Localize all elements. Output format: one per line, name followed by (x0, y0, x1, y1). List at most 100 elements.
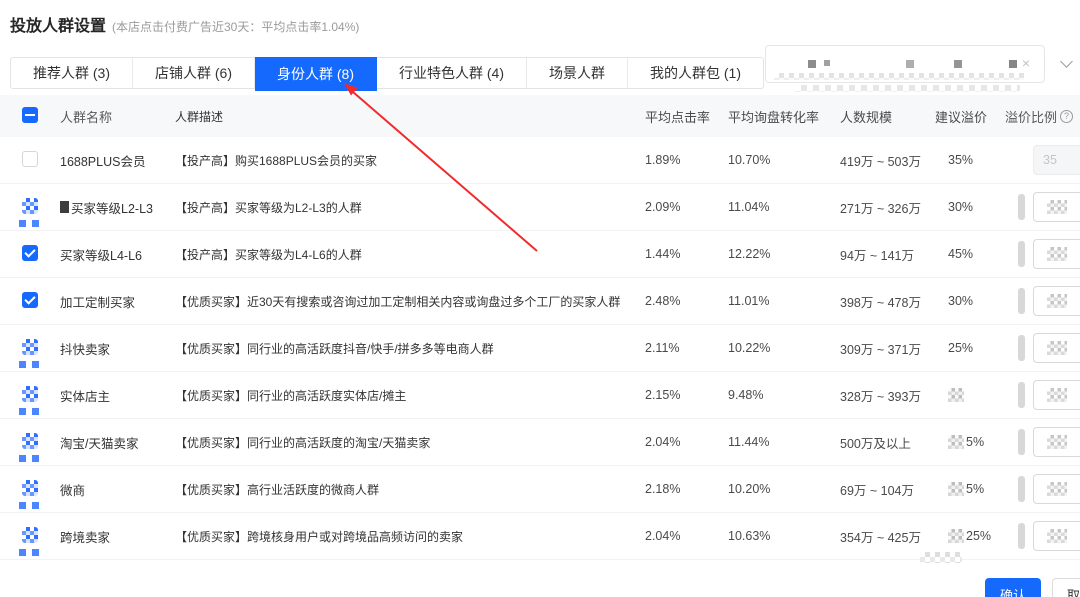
mosaic-block (1047, 529, 1067, 543)
suggested-premium-text: 5% (966, 435, 984, 449)
audience-name: 抖快卖家 (60, 339, 175, 358)
mosaic-block (1047, 341, 1067, 355)
audience-name: 加工定制买家 (60, 292, 175, 311)
avg-inquiry-conversion-value: 10.70% (728, 153, 840, 167)
suggested-premium-value: 25% (935, 341, 1005, 355)
tab-scene-audience[interactable]: 场景人群 (527, 58, 628, 88)
mosaic-block (808, 60, 816, 68)
mosaic-block (1009, 60, 1017, 68)
audience-scale-value: 309万 ~ 371万 (840, 339, 935, 358)
cancel-button[interactable]: 取消 (1052, 578, 1080, 597)
suggested-premium-value: 5% (935, 482, 1005, 496)
select-all-checkbox[interactable] (22, 107, 38, 123)
row-checkbox[interactable] (22, 386, 38, 402)
row-checkbox[interactable] (22, 292, 38, 308)
mosaic-strip (795, 85, 1020, 92)
tab-industry-audience[interactable]: 行业特色人群 (4) (377, 58, 527, 88)
avg-ctr-value: 2.48% (645, 294, 728, 308)
tab-recommend-audience[interactable]: 推荐人群 (3) (11, 58, 133, 88)
avg-ctr-value: 1.89% (645, 153, 728, 167)
audience-description: 【优质买家】近30天有搜索或咨询过加工定制相关内容或询盘过多个工厂的买家人群 (175, 293, 645, 310)
table-row: 1688PLUS会员 【投产高】购买1688PLUS会员的买家 1.89% 10… (0, 137, 1080, 184)
premium-ratio-input[interactable]: 35 % (1033, 145, 1080, 175)
mosaic-block (1047, 247, 1067, 261)
audience-scale-value: 271万 ~ 326万 (840, 198, 935, 217)
audience-description: 【投产高】买家等级为L2-L3的人群 (175, 199, 645, 216)
audience-name: 买家等级L4-L6 (60, 245, 175, 264)
premium-ratio-input[interactable]: % (1033, 474, 1080, 504)
row-checkbox[interactable] (22, 245, 38, 261)
suggested-premium-value (935, 388, 1005, 402)
page-subtitle: (本店点击付费广告近30天：平均点击率1.04%) (112, 18, 359, 35)
chevron-down-icon[interactable] (1060, 55, 1073, 68)
table-row: 加工定制买家 【优质买家】近30天有搜索或咨询过加工定制相关内容或询盘过多个工厂… (0, 278, 1080, 325)
mosaic-block (948, 482, 964, 496)
premium-ratio-input[interactable]: % (1033, 380, 1080, 410)
audience-filter-redacted[interactable]: × (765, 45, 1045, 83)
audience-scale-value: 354万 ~ 425万 (840, 527, 935, 546)
premium-ratio-input[interactable]: % (1033, 427, 1080, 457)
audience-description: 【优质买家】高行业活跃度的微商人群 (175, 481, 645, 498)
audience-name: 买家等级L2-L3 (60, 198, 175, 217)
audience-name-text: 1688PLUS会员 (60, 151, 145, 170)
audience-name-text: 抖快卖家 (60, 339, 110, 358)
avg-inquiry-conversion-value: 12.22% (728, 247, 840, 261)
info-icon[interactable]: ? (1060, 110, 1073, 123)
audience-scale-value: 69万 ~ 104万 (840, 480, 935, 499)
table-row: 买家等级L2-L3 【投产高】买家等级为L2-L3的人群 2.09% 11.04… (0, 184, 1080, 231)
audience-name-text: 加工定制买家 (60, 292, 135, 311)
tab-my-audience-package[interactable]: 我的人群包 (1) (628, 58, 763, 88)
premium-ratio-input[interactable]: % (1033, 521, 1080, 551)
avg-inquiry-conversion-value: 10.22% (728, 341, 840, 355)
premium-ratio-input[interactable]: % (1033, 286, 1080, 316)
row-checkbox[interactable] (22, 480, 38, 496)
table-row: 跨境卖家 【优质买家】跨境核身用户或对跨境品高频访问的卖家 2.04% 10.6… (0, 513, 1080, 560)
audience-description: 【优质买家】跨境核身用户或对跨境品高频访问的卖家 (175, 528, 645, 545)
mosaic-block (824, 60, 830, 66)
suggested-premium-text: 25% (948, 341, 973, 355)
avg-inquiry-conversion-value: 11.04% (728, 200, 840, 214)
suggested-premium-value: 35% (935, 153, 1005, 167)
suggested-premium-text: 5% (966, 482, 984, 496)
row-checkbox[interactable] (22, 151, 38, 167)
avg-ctr-value: 1.44% (645, 247, 728, 261)
row-checkbox[interactable] (22, 339, 38, 355)
table-body: 1688PLUS会员 【投产高】购买1688PLUS会员的买家 1.89% 10… (0, 137, 1080, 560)
avg-inquiry-conversion-value: 9.48% (728, 388, 840, 402)
audience-description: 【优质买家】同行业的高活跃度实体店/摊主 (175, 387, 645, 404)
confirm-button[interactable]: 确认 (985, 578, 1041, 597)
row-checkbox[interactable] (22, 198, 38, 214)
audience-name: 微商 (60, 480, 175, 499)
avg-inquiry-conversion-value: 11.01% (728, 294, 840, 308)
audience-description: 【投产高】购买1688PLUS会员的买家 (175, 152, 645, 169)
tab-identity-audience[interactable]: 身份人群 (8) (255, 57, 377, 91)
suggested-premium-text: 45% (948, 247, 973, 261)
premium-ratio-input[interactable]: % (1033, 192, 1080, 222)
avg-inquiry-conversion-value: 10.20% (728, 482, 840, 496)
column-header-scale: 人数规模 (840, 107, 935, 126)
audience-name-text: 买家等级L2-L3 (71, 198, 153, 217)
toolbar: 推荐人群 (3) 店铺人群 (6) 身份人群 (8) 行业特色人群 (4) 场景… (10, 57, 1080, 95)
clear-icon[interactable]: × (1022, 55, 1030, 71)
table-row: 淘宝/天猫卖家 【优质买家】同行业的高活跃度的淘宝/天猫卖家 2.04% 11.… (0, 419, 1080, 466)
avg-ctr-value: 2.11% (645, 341, 728, 355)
page-title: 投放人群设置 (10, 12, 106, 36)
row-checkbox[interactable] (22, 527, 38, 543)
audience-name-text: 买家等级L4-L6 (60, 245, 142, 264)
table-row: 微商 【优质买家】高行业活跃度的微商人群 2.18% 10.20% 69万 ~ … (0, 466, 1080, 513)
avg-ctr-value: 2.18% (645, 482, 728, 496)
premium-ratio-input[interactable]: % (1033, 239, 1080, 269)
audience-scale-value: 398万 ~ 478万 (840, 292, 935, 311)
audience-name: 1688PLUS会员 (60, 151, 175, 170)
avg-inquiry-conversion-value: 10.63% (728, 529, 840, 543)
premium-ratio-label: 溢价比例 (1005, 107, 1057, 126)
premium-ratio-input[interactable]: % (1033, 333, 1080, 363)
table-row: 买家等级L4-L6 【投产高】买家等级为L4-L6的人群 1.44% 12.22… (0, 231, 1080, 278)
audience-scale-value: 328万 ~ 393万 (840, 386, 935, 405)
row-checkbox[interactable] (22, 433, 38, 449)
mosaic-block (1047, 294, 1067, 308)
audience-description: 【投产高】买家等级为L4-L6的人群 (175, 246, 645, 263)
column-header-conversion: 平均询盘转化率 (728, 107, 840, 126)
table-row: 实体店主 【优质买家】同行业的高活跃度实体店/摊主 2.15% 9.48% 32… (0, 372, 1080, 419)
tab-store-audience[interactable]: 店铺人群 (6) (133, 58, 255, 88)
